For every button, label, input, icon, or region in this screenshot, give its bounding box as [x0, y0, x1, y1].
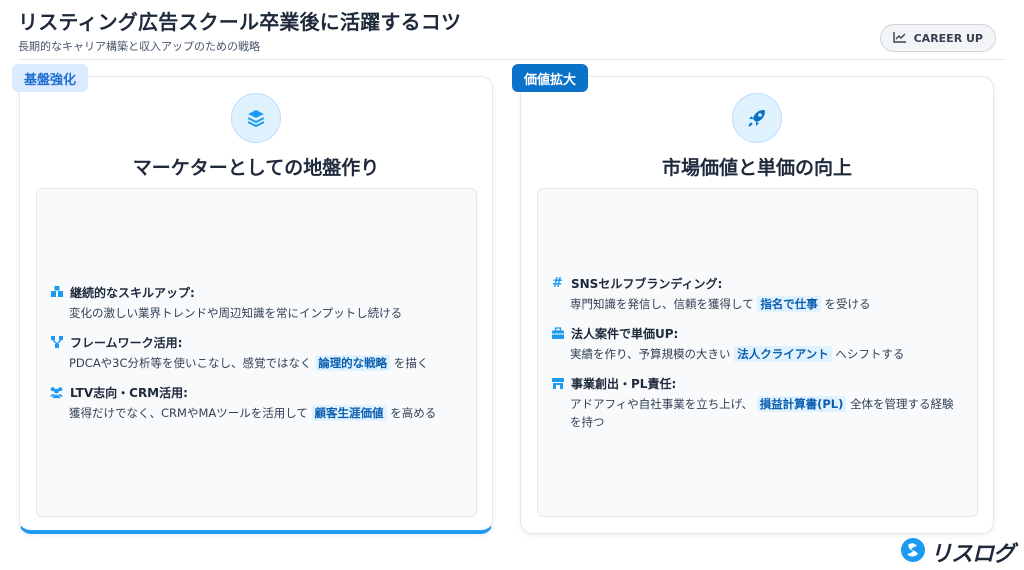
left-card-title: マーケターとしての地盤作り [132, 157, 380, 179]
career-up-label: CAREER UP [913, 31, 983, 45]
left-card: マーケターとしての地盤作り 継続的なスキルアップ: 変化の激しい業界トレンドや周… [19, 76, 493, 534]
logo-text: リスログ [929, 542, 1015, 567]
tag-kachi-kakudai: 価値拡大 [512, 64, 589, 92]
item-description: PDCAや3C分析等を使いこなし、感覚ではなく 論理的な戦略 を描く [69, 354, 429, 371]
trend-chart-icon [892, 31, 907, 46]
page-subtitle: 長期的なキャリア構築と収入アップのための戦略 [18, 40, 260, 53]
right-card-content: # SNSセルフブランディング: 専門知識を発信し、信頼を獲得して 指名で仕事 … [537, 188, 978, 517]
list-item: 事業創出・PL責任: アドアフィや自社事業を立ち上げ、 損益計算書(PL) 全体… [550, 375, 965, 431]
hashtag-icon: # [552, 275, 563, 291]
list-item: フレームワーク活用: PDCAや3C分析等を使いこなし、感覚ではなく 論理的な戦… [49, 334, 464, 372]
item-heading: SNSセルフブランディング: [571, 276, 723, 291]
page-header: リスティング広告スクール卒業後に活躍するコツ 長期的なキャリア構築と収入アップの… [18, 8, 1006, 60]
right-card: 市場価値と単価の向上 # SNSセルフブランディング: 専門知識を発信し、信頼を… [520, 76, 994, 534]
highlight: 損益計算書(PL) [756, 395, 847, 412]
highlight: 指名で仕事 [757, 295, 821, 312]
lisulog-logo: リスログ [900, 536, 1015, 568]
people-group-icon [49, 385, 64, 400]
career-up-badge: CAREER UP [879, 24, 996, 52]
left-card-content: 継続的なスキルアップ: 変化の激しい業界トレンドや周辺知識を常にインプットし続け… [36, 188, 477, 517]
item-description: 専門知識を発信し、信頼を獲得して 指名で仕事 を受ける [570, 295, 871, 312]
network-icon [49, 335, 64, 350]
item-description: 変化の激しい業界トレンドや周辺知識を常にインプットし続ける [69, 305, 403, 320]
layers-icon [231, 93, 281, 143]
users-cubes-icon [49, 285, 64, 300]
item-heading: 法人案件で単価UP: [571, 326, 679, 341]
item-description: アドアフィや自社事業を立ち上げ、 損益計算書(PL) 全体を管理する経験を持つ [570, 395, 954, 429]
list-item: # SNSセルフブランディング: 専門知識を発信し、信頼を獲得して 指名で仕事 … [550, 275, 965, 313]
item-heading: 継続的なスキルアップ: [70, 285, 195, 300]
item-heading: フレームワーク活用: [70, 335, 183, 350]
store-icon [550, 376, 565, 391]
highlight: 顧客生涯価値 [311, 404, 387, 421]
item-heading: LTV志向・CRM活用: [70, 385, 188, 400]
item-description: 獲得だけでなく、CRMやMAツールを活用して 顧客生涯価値 を高める [69, 404, 437, 421]
page-title: リスティング広告スクール卒業後に活躍するコツ [18, 10, 462, 34]
item-heading: 事業創出・PL責任: [571, 376, 677, 391]
rocket-icon [732, 93, 782, 143]
highlight: 論理的な戦略 [315, 354, 391, 371]
list-item: 継続的なスキルアップ: 変化の激しい業界トレンドや周辺知識を常にインプットし続け… [49, 284, 464, 322]
right-card-title: 市場価値と単価の向上 [661, 157, 852, 179]
list-item: 法人案件で単価UP: 実績を作り、予算規模の大きい 法人クライアント へシフトす… [550, 325, 965, 363]
list-item: LTV志向・CRM活用: 獲得だけでなく、CRMやMAツールを活用して 顧客生涯… [49, 384, 464, 422]
lisulog-logo-icon [900, 537, 926, 567]
tag-kiban-kyouka: 基盤強化 [12, 64, 89, 92]
briefcase-icon [550, 326, 565, 341]
highlight: 法人クライアント [734, 345, 832, 362]
item-description: 実績を作り、予算規模の大きい 法人クライアント へシフトする [570, 345, 905, 362]
